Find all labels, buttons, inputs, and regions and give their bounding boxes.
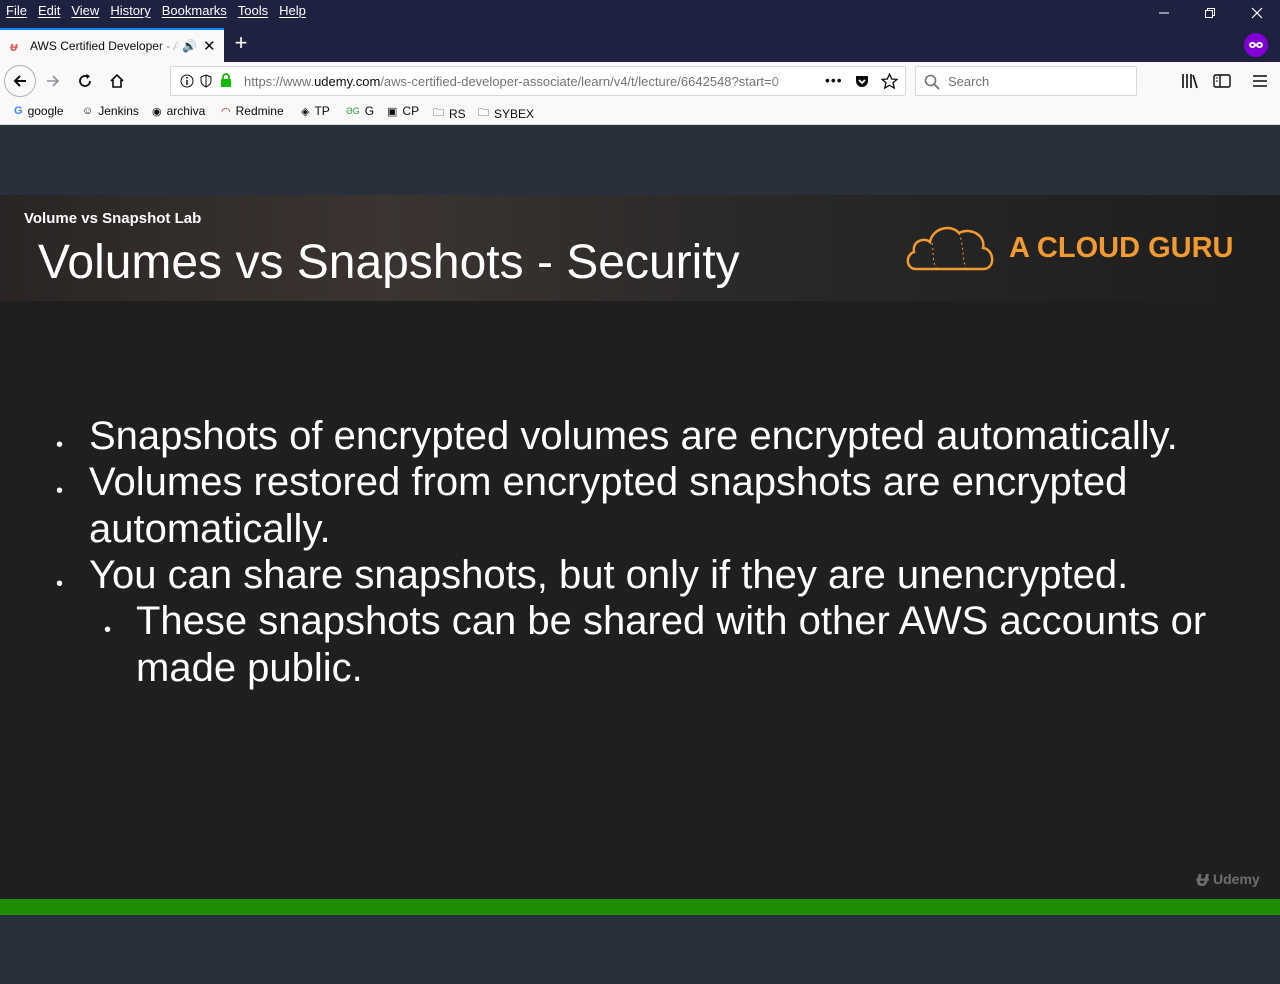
video-letterbox-bottom[interactable] [0,915,1280,984]
menu-button[interactable] [1245,66,1275,96]
minimize-button[interactable] [1141,0,1187,26]
tp-icon: ◈ [301,105,310,118]
udemy-favicon-icon: ᵾ [10,38,18,54]
sub-bullet-dot: • [104,619,112,641]
library-icon [1182,74,1198,89]
slide-title: Volumes vs Snapshots - Security [38,236,740,289]
page-actions-icon[interactable]: ••• [825,72,843,88]
speaker-icon[interactable]: 🔊 [182,39,197,53]
bookmark-cp[interactable]: ▣ CP [387,104,419,118]
close-icon [1251,7,1263,19]
sidebar-icon [1213,74,1231,88]
new-tab-button[interactable]: + [230,30,252,56]
bookmark-sybex[interactable]: 🗀 SYBEX [478,104,534,123]
tab-active[interactable]: ᵾ AWS Certified Developer - Associate 🔊 … [0,28,224,62]
bullet-item: Snapshots of encrypted volumes are encry… [89,414,1178,458]
url-bar[interactable]: https://www.udemy.com/aws-certified-deve… [170,66,906,96]
bookmark-archiva[interactable]: ◉ archiva [152,104,205,118]
video-progress-bar[interactable] [0,899,1280,915]
folder-icon: 🗀 [478,107,489,119]
bullet-dot: • [56,434,64,456]
bookmark-google[interactable]: Ggoogle [14,104,64,118]
bullet-item: You can share snapshots, but only if the… [89,553,1129,597]
search-input[interactable]: Search [915,66,1137,96]
forward-arrow-icon [47,75,60,87]
lab-title: Volume vs Snapshot Lab [24,210,202,227]
udemy-watermark: ᵾ Udemy [1196,866,1260,891]
minimize-icon [1159,12,1169,14]
jenkins-icon: ☺ [82,105,94,117]
menu-view[interactable]: View [71,3,99,18]
menu-bar: File Edit View History Bookmarks Tools H… [0,0,1280,26]
bullet-item: Volumes restored from encrypted snapshot… [89,460,1128,551]
reload-icon [79,74,91,87]
reload-button[interactable] [70,66,100,96]
cloud-guru-logo-icon [906,226,994,271]
bookmark-g[interactable]: ƏG G [346,104,374,118]
tab-title: AWS Certified Developer - Associate [30,39,180,53]
cp-icon: ▣ [387,105,398,118]
home-button[interactable] [102,66,132,96]
bookmark-redmine[interactable]: ◠ Redmine [221,104,284,118]
menu-tools[interactable]: Tools [238,3,268,18]
bookmark-jenkins[interactable]: ☺ Jenkins [82,104,139,118]
sub-bullet-item: These snapshots can be shared with other… [136,599,1207,690]
bookmark-star-icon[interactable] [881,73,898,89]
info-icon[interactable] [180,74,194,88]
restore-button[interactable] [1187,0,1233,26]
video-letterbox-top[interactable] [0,126,1280,195]
search-icon [924,74,940,90]
lock-icon[interactable] [220,73,232,88]
slide-body[interactable]: • Snapshots of encrypted volumes are enc… [0,301,1280,899]
menu-file[interactable]: File [6,3,27,18]
back-button[interactable] [4,65,36,97]
slide-header: Volume vs Snapshot Lab Volumes vs Snapsh… [0,195,1280,301]
google-icon: G [14,105,23,117]
bookmark-rs[interactable]: 🗀 RS [433,104,466,123]
hamburger-icon [1253,75,1267,87]
bookmarks-toolbar: Ggoogle ☺ Jenkins ◉ archiva ◠ Redmine ◈ TP Ə… [0,100,1280,125]
close-window-button[interactable] [1234,0,1280,26]
tab-close-icon[interactable]: ✕ [203,37,216,55]
menu-bookmarks[interactable]: Bookmarks [162,3,227,18]
nav-toolbar: https://www.udemy.com/aws-certified-deve… [0,62,1280,100]
redmine-icon: ◠ [221,105,231,118]
restore-icon [1205,8,1215,18]
back-arrow-icon [13,75,26,87]
library-button[interactable] [1175,66,1205,96]
sidebar-button[interactable] [1207,66,1237,96]
private-browsing-icon [1244,33,1268,57]
url-text[interactable]: https://www.udemy.com/aws-certified-deve… [244,74,814,89]
pocket-icon[interactable] [854,73,870,89]
tracking-shield-icon[interactable] [200,74,212,88]
g-icon: ƏG [346,106,360,116]
home-icon [110,73,124,88]
video-progress-fill [0,899,1280,915]
archiva-icon: ◉ [152,105,162,118]
forward-button[interactable] [38,66,68,96]
menu-help[interactable]: Help [279,3,306,18]
folder-icon: 🗀 [433,107,444,119]
brand-name: A CLOUD GURU [1009,232,1234,264]
menu-edit[interactable]: Edit [38,3,60,18]
search-placeholder: Search [948,74,990,89]
tab-bar: ᵾ AWS Certified Developer - Associate 🔊 … [0,26,1280,62]
menu-history[interactable]: History [110,3,150,18]
udemy-logo-icon: ᵾ [1196,866,1210,891]
bullet-dot: • [56,573,64,595]
bullet-dot: • [56,480,64,502]
bookmark-tp[interactable]: ◈ TP [301,104,330,118]
